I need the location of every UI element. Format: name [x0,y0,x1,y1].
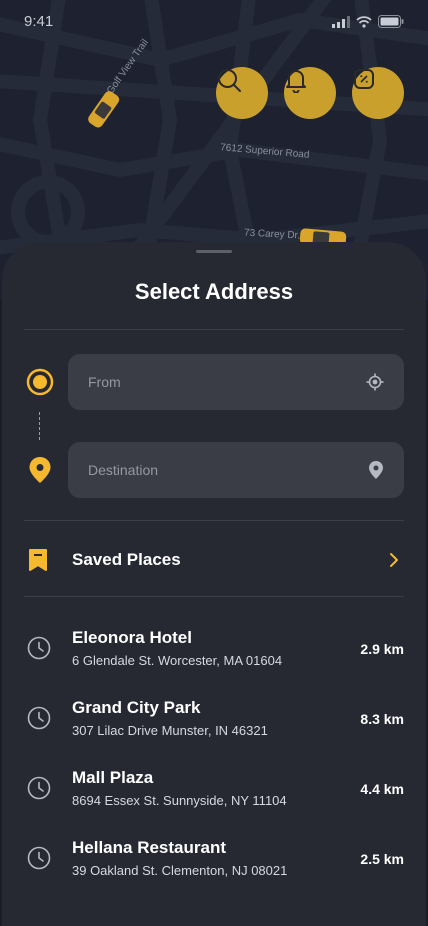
destination-field[interactable] [68,442,404,498]
from-input[interactable] [88,374,328,390]
place-name: Hellana Restaurant [72,838,226,857]
signal-icon [332,15,350,28]
clock-icon [24,636,54,660]
page-title: Select Address [134,279,294,304]
saved-places-row[interactable]: Saved Places [24,542,404,578]
wifi-icon [356,15,372,28]
recent-place-item[interactable]: Hellana Restaurant 39 Oakland St. Clemen… [24,824,404,894]
recent-place-item[interactable]: Grand City Park 307 Lilac Drive Munster,… [24,684,404,754]
recent-place-item[interactable]: Mall Plaza 8694 Essex St. Sunnyside, NY … [24,754,404,824]
battery-icon [378,15,404,28]
place-address: 307 Lilac Drive Munster, IN 46321 [72,723,268,738]
route-connector [39,412,41,440]
discount-icon [354,69,374,89]
origin-dot-icon [26,368,54,396]
place-name: Grand City Park [72,698,201,717]
recent-place-item[interactable]: Eleonora Hotel 6 Glendale St. Worcester,… [24,614,404,684]
place-address: 39 Oakland St. Clementon, NJ 08021 [72,863,288,878]
place-address: 6 Glendale St. Worcester, MA 01604 [72,653,283,668]
chevron-right-icon [384,552,404,568]
sheet-handle[interactable] [196,250,232,253]
place-distance: 4.4 km [360,781,404,797]
address-sheet: Select Address Saved Places Eleonora Hot… [2,242,426,926]
status-bar: 9:41 [0,0,428,44]
place-name: Eleonora Hotel [72,628,192,647]
place-distance: 2.9 km [360,641,404,657]
divider [24,596,404,597]
divider [24,329,404,330]
place-distance: 8.3 km [360,711,404,727]
clock-icon [24,846,54,870]
search-icon [218,69,241,92]
notifications-button[interactable] [284,67,336,119]
divider [24,520,404,521]
saved-places-label: Saved Places [72,550,181,569]
place-address: 8694 Essex St. Sunnyside, NY 11104 [72,793,287,808]
recent-places-list: Eleonora Hotel 6 Glendale St. Worcester,… [24,614,404,894]
map-pin-icon[interactable] [368,460,384,480]
status-time: 9:41 [24,13,54,30]
map-search-button[interactable] [216,67,268,119]
promo-button[interactable] [352,67,404,119]
from-field[interactable] [68,354,404,410]
destination-input[interactable] [88,462,328,478]
status-icons [332,15,404,28]
destination-pin-icon [26,456,54,484]
clock-icon [24,776,54,800]
bookmark-icon [24,548,52,572]
place-name: Mall Plaza [72,768,154,787]
clock-icon [24,706,54,730]
bell-icon [286,70,306,93]
place-distance: 2.5 km [360,851,404,867]
crosshair-icon[interactable] [366,373,384,391]
